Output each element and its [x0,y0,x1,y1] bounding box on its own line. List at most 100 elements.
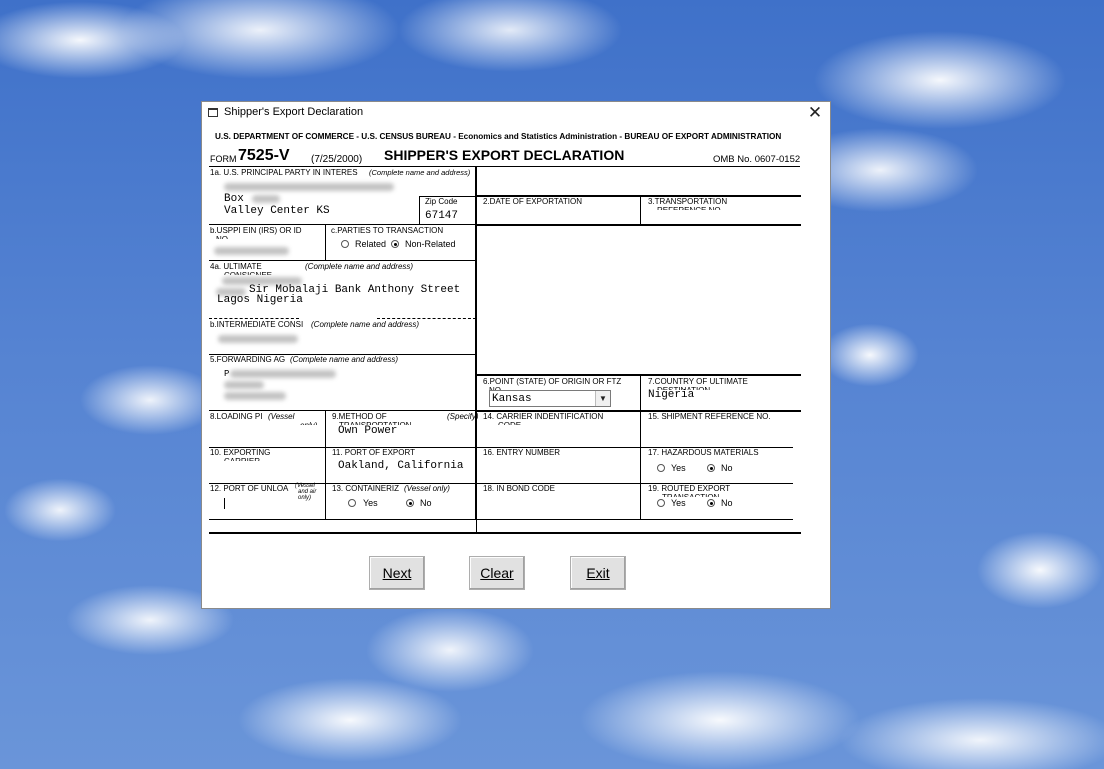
field-4a-sub: (Complete name and address) [305,262,414,271]
routed-yes-radio[interactable] [657,499,665,507]
redacted-forwarder [230,370,336,378]
field-14-label2: CODE [498,421,521,425]
field-c-label: c.PARTIES TO TRANSACTION [331,226,444,235]
containerized-no-radio[interactable] [406,499,414,507]
field-b-label: b.USPPI EIN (IRS) OR ID [210,226,302,235]
rule-v5 [325,411,326,520]
close-icon[interactable]: ✕ [806,103,824,123]
field-1a-label: 1a. U.S. PRINCIPAL PARTY IN INTERES [210,168,358,177]
hazardous-yes-label: Yes [671,463,686,473]
port-unloading-input[interactable] [224,498,225,509]
field-1a-line2[interactable]: Valley Center KS [224,205,330,217]
next-button[interactable]: Next [369,556,425,590]
rule-l5 [209,410,476,411]
rule-v4 [325,225,326,261]
rule-l3 [209,318,299,319]
rule-center [475,167,477,520]
omb-number: OMB No. 0607-0152 [713,154,801,165]
field-16-label: 16. ENTRY NUMBER [483,448,561,457]
zip-value[interactable]: 67147 [425,210,458,222]
field-19-label2: TRANSACTION [662,493,719,497]
field-9-specify: (Specify) [447,412,479,421]
field-8-sub2: only) [300,421,317,425]
export-declaration-dialog: Shipper's Export Declaration ✕ U.S. DEPA… [202,102,830,608]
rule-l3b [377,318,476,319]
rule-bottom [209,532,801,534]
origin-state-select[interactable]: Kansas ▼ [489,390,611,407]
origin-state-value: Kansas [492,393,532,405]
field-15-label: 15. SHIPMENT REFERENCE NO. [648,412,771,421]
agency-line: U.S. DEPARTMENT OF COMMERCE - U.S. CENSU… [215,132,782,141]
field-18-label: 18. IN BOND CODE [483,484,556,493]
field-1a-line1[interactable]: Box [224,193,244,205]
form-date: (7/25/2000) [311,154,363,165]
field-4a-label: 4a. ULTIMATE [210,262,262,271]
field-6-label: 6.POINT (STATE) OF ORIGIN OR FTZ [483,377,622,386]
field-10-label2: CARRIER [224,457,260,461]
zip-label: Zip Code [425,197,458,206]
field-9-label: 9.METHOD OF [332,412,387,421]
hazardous-no-radio[interactable] [707,464,715,472]
header-rule [209,166,800,167]
hazardous-no-label: No [721,463,733,473]
redacted-forwarder2 [224,381,264,389]
field-3-label: 3.TRANSPORTATION [648,197,728,206]
field-11-value[interactable]: Oakland, California [338,460,463,472]
rule-r2 [476,224,801,226]
hazardous-yes-radio[interactable] [657,464,665,472]
field-5-line1[interactable]: P [224,368,229,380]
containerized-yes-label: Yes [363,498,378,508]
rule-v3 [640,375,641,520]
field-4b-sub: (Complete name and address) [311,320,420,329]
field-12-sub3: only) [298,495,312,501]
field-1a-sub: (Complete name and address) [369,168,471,177]
field-2-label: 2.DATE OF EXPORTATION [483,197,582,206]
rule-zip-left [419,196,420,225]
field-13-sub: (Vessel only) [404,484,450,493]
window-title: Shipper's Export Declaration [224,106,364,118]
rule-l1 [209,224,476,225]
field-19-label: 19. ROUTED EXPORT [648,484,731,493]
field-17-label: 17. HAZARDOUS MATERIALS [648,448,759,457]
app-icon [208,108,218,117]
field-4b-label: b.INTERMEDIATE CONSI [210,320,304,329]
containerized-yes-radio[interactable] [348,499,356,507]
redacted-forwarder3 [224,392,286,400]
rule-v2 [640,196,641,225]
rule-r7 [476,519,793,520]
field-4a-label2: CONSIGNEE [224,271,272,275]
non-related-radio[interactable] [391,240,399,248]
field-7-label: 7.COUNTRY OF ULTIMATE [648,377,748,386]
exit-button[interactable]: Exit [570,556,626,590]
redacted-name [224,183,394,191]
field-8-label: 8.LOADING PI [210,412,263,421]
field-9-value[interactable]: Own Power [338,425,397,437]
rule-center-tail [476,520,477,533]
related-label: Related [355,239,387,249]
field-12-label: 12. PORT OF UNLOA [210,484,289,493]
routed-no-radio[interactable] [707,499,715,507]
rule-l8 [209,519,476,520]
clear-button[interactable]: Clear [469,556,525,590]
routed-no-label: No [721,498,733,508]
routed-yes-label: Yes [671,498,686,508]
field-b-label2: NO. [216,235,230,239]
field-3-label2: REFERENCE NO. [657,206,723,210]
field-5-sub: (Complete name and address) [290,355,399,364]
non-related-label: Non-Related [405,239,456,249]
field-13-label: 13. CONTAINERIZ [332,484,399,493]
rule-l2 [209,260,476,261]
field-7-value[interactable]: Nigeria [648,389,694,401]
containerized-no-label: No [420,498,432,508]
chevron-down-icon[interactable]: ▼ [595,391,610,406]
form-prefix: FORM [210,154,237,164]
form-title: SHIPPER'S EXPORT DECLARATION [384,147,625,163]
related-radio[interactable] [341,240,349,248]
field-5-label: 5.FORWARDING AG [210,355,286,364]
field-10-label: 10. EXPORTING [210,448,271,457]
form-number: 7525-V [238,147,290,164]
field-11-label: 11. PORT OF EXPORT [332,448,415,457]
field-4a-line2[interactable]: Lagos Nigeria [217,294,303,306]
redacted-ein [214,247,289,255]
title-bar: Shipper's Export Declaration ✕ [202,102,830,124]
